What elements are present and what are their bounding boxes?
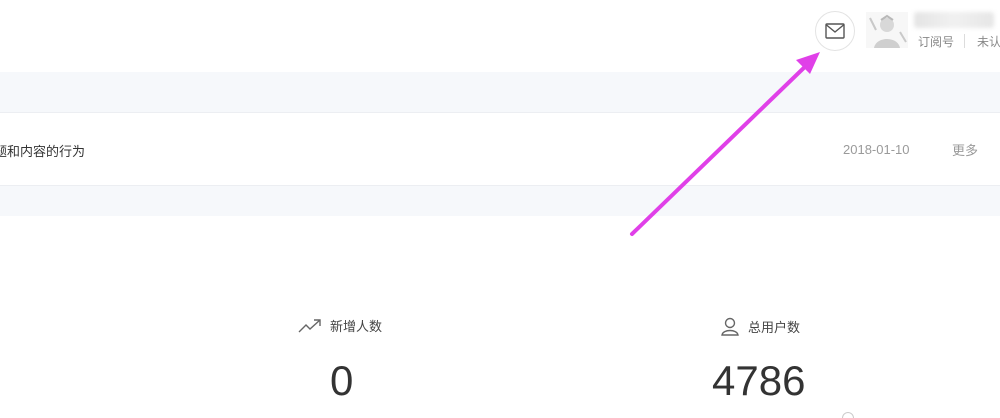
- trend-up-icon: [298, 318, 321, 332]
- account-name-blurred: [914, 12, 994, 28]
- notice-text[interactable]: 题和内容的行为: [0, 141, 85, 160]
- stat-label: 总用户数: [748, 320, 801, 336]
- message-button[interactable]: [815, 11, 855, 51]
- top-header: 订阅号 未认: [0, 0, 1000, 72]
- section-band: [0, 186, 1000, 216]
- stat-value: 4786: [712, 357, 806, 404]
- verify-status-label[interactable]: 未认: [977, 33, 1000, 50]
- info-dot-icon[interactable]: [842, 412, 854, 418]
- account-type-label: 订阅号: [918, 35, 955, 49]
- stat-new-followers: 新增人数 0: [298, 316, 383, 402]
- stat-label: 新增人数: [330, 320, 383, 335]
- avatar[interactable]: [866, 12, 908, 48]
- user-icon: [721, 317, 739, 336]
- notice-row[interactable]: 题和内容的行为 2018-01-10 更多: [0, 112, 1000, 186]
- avatar-image: [866, 12, 908, 48]
- dashboard-page: 订阅号 未认 题和内容的行为 2018-01-10 更多 新增人数 0 总用户数: [0, 0, 1000, 418]
- divider: [964, 34, 965, 48]
- section-band: [0, 72, 1000, 112]
- stat-total-users: 总用户数 4786: [712, 316, 805, 402]
- envelope-icon: [825, 23, 845, 39]
- notice-date: 2018-01-10: [843, 142, 910, 157]
- more-link[interactable]: 更多: [952, 140, 978, 159]
- stat-value: 0: [330, 357, 354, 404]
